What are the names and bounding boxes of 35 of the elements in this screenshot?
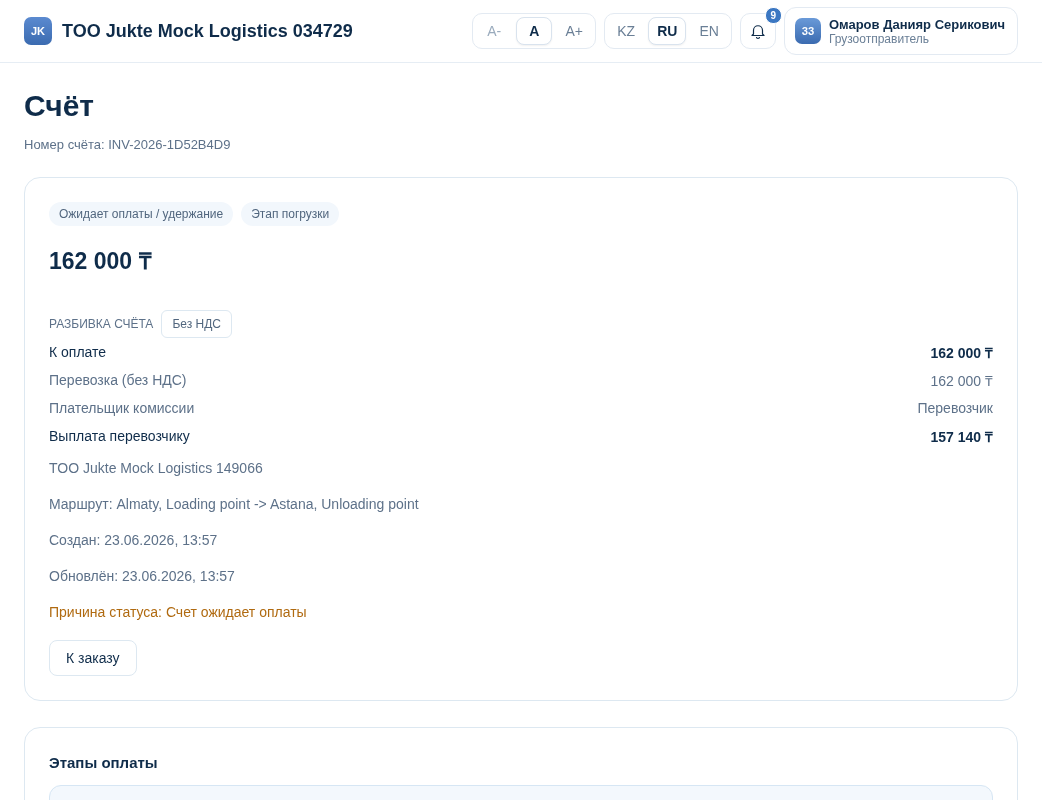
breakdown-value: 162 000 ₸: [930, 371, 993, 390]
invoice-detail: TOO Jukte Mock Logistics 149066: [49, 459, 264, 478]
invoice-number: Номер счёта: INV-2026-1D52B4D9: [24, 137, 232, 152]
breakdown-value: Перевозчик: [917, 400, 993, 416]
status-tag: Ожидает оплаты / удержание: [49, 202, 234, 226]
bell-icon: [748, 22, 767, 40]
breakdown-label-text: Выплата перевозчику: [49, 428, 190, 444]
language-button[interactable]: KZ: [608, 17, 645, 45]
language-button[interactable]: EN: [690, 17, 728, 45]
user-name: Омаров Данияр Серикович: [828, 16, 1005, 32]
breakdown-value: 157 140 ₸: [930, 427, 993, 446]
page-title: Счёт: [24, 89, 96, 123]
breakdown-label-text: Плательщик комиссии: [49, 400, 195, 416]
language-button[interactable]: RU: [648, 17, 687, 45]
user-role: Грузоотправитель: [828, 31, 929, 46]
invoice-detail: Обновлён: 23.06.2026, 13:57: [49, 567, 236, 586]
breakdown-value: 162 000 ₸: [930, 343, 993, 362]
company-logo: JK: [24, 17, 52, 45]
invoice-amount: 162 000 ₸: [49, 247, 153, 276]
notifications-button[interactable]: [739, 13, 776, 49]
font-size-button[interactable]: A: [516, 17, 553, 45]
to-order-button[interactable]: К заказу: [49, 640, 137, 676]
breakdown-label: РАЗБИВКА СЧЁТА: [49, 317, 154, 331]
invoice-detail: Создан: 23.06.2026, 13:57: [49, 531, 219, 550]
user-avatar: ЗЗ: [794, 18, 821, 44]
invoice-detail: Причина статуса: Счет ожидает оплаты: [49, 603, 308, 622]
invoice-detail: Маршрут: Almaty, Loading point -> Astana, Unloading point: [49, 495, 420, 514]
breakdown-label-text: К оплате: [49, 344, 107, 360]
user-menu[interactable]: ЗЗ Омаров Данияр Серикович Грузоотправитель: [783, 7, 1018, 55]
vat-badge: Без НДС: [161, 310, 232, 338]
section-title: Этапы оплаты: [49, 754, 159, 771]
breakdown-label-text: Перевозка (без НДС): [49, 372, 187, 388]
company-name: TOO Jukte Mock Logistics 034729: [62, 20, 353, 42]
status-tag: Этап погрузки: [241, 202, 340, 226]
font-size-button[interactable]: A+: [556, 17, 593, 45]
